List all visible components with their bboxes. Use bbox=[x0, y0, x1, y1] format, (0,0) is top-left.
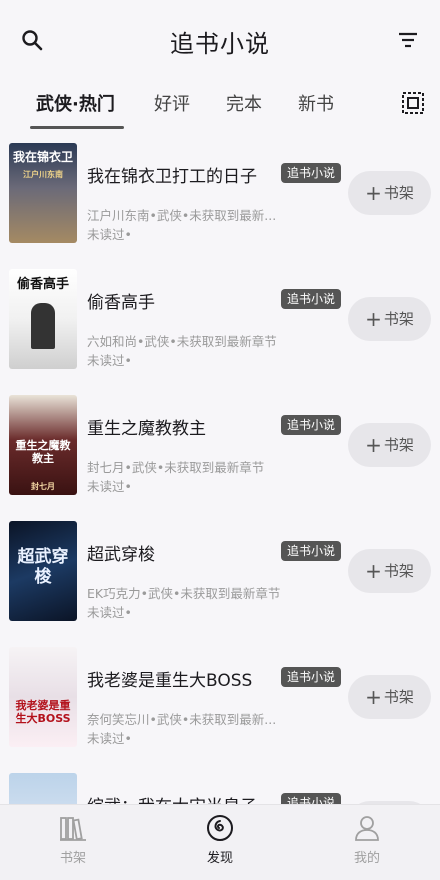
bookshelf-icon bbox=[60, 817, 86, 841]
book-meta: 奈何笑忘川•武侠•未获取到最新... bbox=[87, 712, 277, 727]
plus-icon: + bbox=[365, 559, 382, 583]
profile-icon bbox=[355, 816, 379, 841]
list-item[interactable]: 重生之魔教教主 封七月 重生之魔教教主 追书小说 封七月•武侠•未获取到最新章节… bbox=[0, 388, 440, 498]
book-cover: 重生之魔教教主 封七月 bbox=[9, 395, 77, 495]
cover-title: 超武穿梭 bbox=[17, 547, 69, 587]
read-status: 未读过• bbox=[87, 731, 132, 746]
book-cover bbox=[9, 773, 77, 804]
source-badge: 追书小说 bbox=[281, 541, 342, 561]
add-to-shelf-button[interactable]: +书架 bbox=[348, 423, 431, 467]
tab-completed[interactable]: 完本 bbox=[226, 90, 262, 116]
book-meta: EK巧克力•武侠•未获取到最新章节 bbox=[87, 586, 281, 601]
list-item[interactable]: 我在锦衣卫 江户川东南 我在锦衣卫打工的日子 追书小说 江户川东南•武侠•未获取… bbox=[0, 136, 440, 246]
cover-title: 我在锦衣卫 bbox=[12, 150, 73, 164]
read-status: 未读过• bbox=[87, 605, 132, 620]
add-to-shelf-button[interactable]: +书架 bbox=[348, 297, 431, 341]
cover-title: 偷香高手 bbox=[16, 277, 69, 292]
book-list: 我在锦衣卫 江户川东南 我在锦衣卫打工的日子 追书小说 江户川东南•武侠•未获取… bbox=[0, 136, 440, 804]
source-badge: 追书小说 bbox=[281, 163, 342, 183]
tab-new-books[interactable]: 新书 bbox=[298, 90, 334, 116]
book-meta: 江户川东南•武侠•未获取到最新... bbox=[87, 208, 277, 223]
grid-view-icon[interactable] bbox=[402, 92, 424, 114]
cover-author: 封七月 bbox=[31, 482, 55, 491]
read-status: 未读过• bbox=[87, 479, 132, 494]
nav-label: 书架 bbox=[59, 851, 86, 866]
top-app-bar: 追书小说 bbox=[0, 0, 440, 80]
book-meta: 六如和尚•武侠•未获取到最新章节 bbox=[87, 334, 277, 349]
tab-indicator bbox=[30, 126, 124, 129]
cover-title: 我老婆是重生大BOSS bbox=[15, 699, 71, 725]
book-cover: 我老婆是重生大BOSS bbox=[9, 647, 77, 747]
plus-icon: + bbox=[365, 181, 382, 205]
add-to-shelf-button[interactable]: +书架 bbox=[348, 675, 431, 719]
nav-label: 我的 bbox=[353, 851, 380, 866]
plus-icon: + bbox=[365, 685, 382, 709]
category-tabs: 武侠·热门 好评 完本 新书 bbox=[0, 80, 440, 130]
cover-figure bbox=[31, 303, 55, 349]
filter-icon[interactable] bbox=[396, 28, 420, 52]
book-title: 我老婆是重生大BOSS bbox=[87, 671, 253, 691]
book-title: 超武穿梭 bbox=[87, 545, 155, 565]
plus-icon: + bbox=[365, 307, 382, 331]
source-badge: 追书小说 bbox=[281, 793, 342, 804]
tab-wuxia-hot[interactable]: 武侠·热门 bbox=[36, 90, 115, 116]
add-to-shelf-button[interactable]: +书架 bbox=[348, 171, 431, 215]
list-item[interactable]: 超武穿梭 超武穿梭 追书小说 EK巧克力•武侠•未获取到最新章节 未读过• + 书… bbox=[0, 514, 440, 624]
bottom-navigation: 书架 发现 我的 bbox=[0, 804, 440, 880]
book-cover: 我在锦衣卫 江户川东南 bbox=[9, 143, 77, 243]
book-title: 偷香高手 bbox=[87, 293, 155, 313]
book-title: 我在锦衣卫打工的日子 bbox=[87, 167, 257, 187]
page-title: 追书小说 bbox=[170, 30, 270, 58]
book-meta: 封七月•武侠•未获取到最新章节 bbox=[87, 460, 265, 475]
plus-icon: + bbox=[365, 433, 382, 457]
book-cover: 超武穿梭 bbox=[9, 521, 77, 621]
cover-title: 重生之魔教教主 bbox=[15, 439, 71, 465]
list-item[interactable]: 偷香高手 偷香高手 追书小说 六如和尚•武侠•未获取到最新章节 未读过• + 书架 bbox=[0, 262, 440, 372]
cover-author: 江户川东南 bbox=[23, 170, 63, 179]
book-title: 重生之魔教教主 bbox=[87, 419, 206, 439]
source-badge: 追书小说 bbox=[281, 415, 342, 435]
book-title: 综武：我在大宋当皇子 bbox=[87, 792, 257, 804]
nav-profile[interactable]: 我的 bbox=[322, 813, 412, 866]
read-status: 未读过• bbox=[87, 353, 132, 368]
list-item[interactable]: 综武：我在大宋当皇子 追书小说 +书架 bbox=[0, 766, 440, 804]
book-cover: 偷香高手 bbox=[9, 269, 77, 369]
add-to-shelf-button[interactable]: +书架 bbox=[348, 549, 431, 593]
nav-label: 发现 bbox=[206, 851, 233, 866]
nav-discover[interactable]: 发现 bbox=[175, 813, 265, 866]
discover-icon bbox=[207, 815, 233, 841]
source-badge: 追书小说 bbox=[281, 289, 342, 309]
list-item[interactable]: 我老婆是重生大BOSS 我老婆是重生大BOSS 追书小说 奈何笑忘川•武侠•未获… bbox=[0, 640, 440, 750]
source-badge: 追书小说 bbox=[281, 667, 342, 687]
tab-good-reviews[interactable]: 好评 bbox=[154, 90, 190, 116]
read-status: 未读过• bbox=[87, 227, 132, 242]
nav-bookshelf[interactable]: 书架 bbox=[28, 813, 118, 866]
